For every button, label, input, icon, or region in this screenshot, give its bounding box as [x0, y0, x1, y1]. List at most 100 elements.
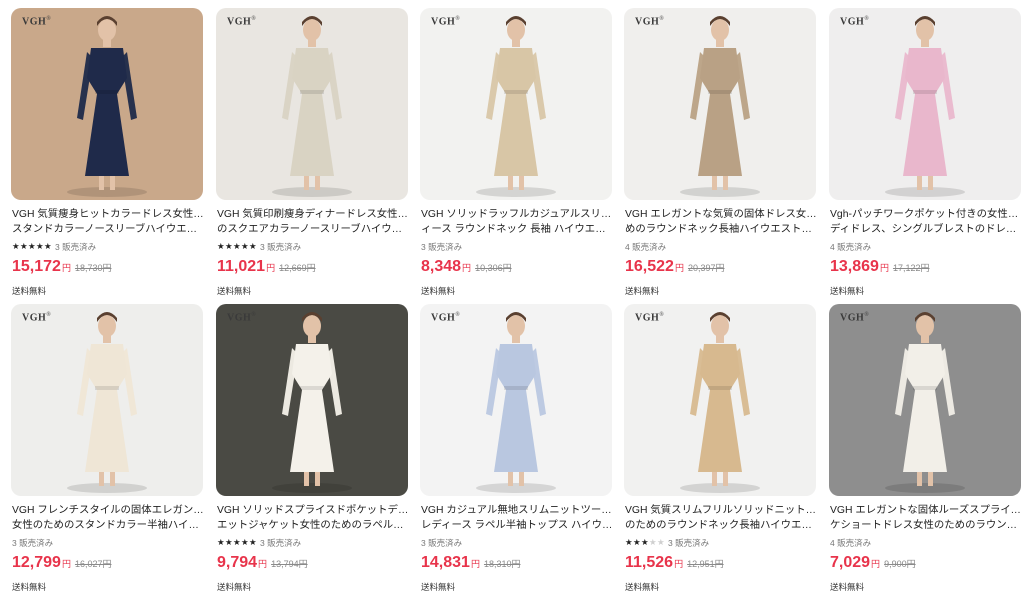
model-photo: [420, 8, 612, 200]
star-icon: ★: [241, 241, 249, 252]
product-title-line: VGH カジュアル無地スリムニットツーピースセット: [421, 505, 613, 516]
brand-logo: VGH®: [635, 16, 665, 28]
product-image[interactable]: VGH®: [829, 8, 1021, 200]
product-card[interactable]: VGH® VGH エレガントな固体ルーズスプライスアップリケショートドレス女性のた…: [829, 304, 1022, 594]
product-title-line: Vgh-パッチワークポケット付きの女性用ニットミ: [830, 209, 1022, 220]
star-icon: ★: [249, 537, 257, 548]
free-shipping-label: 送料無料: [421, 286, 456, 296]
product-image[interactable]: VGH®: [11, 304, 203, 496]
model-photo: [420, 304, 612, 496]
product-card[interactable]: VGH® VGH 気質スリムフリルソリッドニットドレス女性のためのラウンドネック長…: [624, 304, 817, 594]
star-icon: ★: [20, 241, 28, 252]
product-title[interactable]: VGH フレンチスタイルの固体エレガントなドレス女性のためのスタンドカラー半袖ハ…: [12, 503, 204, 533]
product-image[interactable]: VGH®: [420, 304, 612, 496]
product-card[interactable]: VGH® VGH カジュアル無地スリムニットツーピースセットレディース ラペル半袖…: [420, 304, 613, 594]
product-title-line: スタンドカラーノースリーブハイウエストスプライシ...: [12, 224, 204, 235]
product-image[interactable]: VGH®: [624, 8, 816, 200]
product-image[interactable]: VGH®: [624, 304, 816, 496]
currency-unit: 円: [470, 559, 480, 569]
sold-count: 3 販売済み: [421, 242, 463, 252]
product-title-line: VGH フレンチスタイルの固体エレガントなドレス: [12, 505, 204, 516]
product-card[interactable]: VGH® Vgh-パッチワークポケット付きの女性用ニットミディドレス、シングルブレ…: [829, 8, 1022, 298]
currency-unit: 円: [871, 559, 881, 569]
original-price: 17,122円: [892, 263, 930, 273]
product-image[interactable]: VGH®: [216, 8, 408, 200]
product-image[interactable]: VGH®: [11, 8, 203, 200]
star-icon: ★: [28, 241, 36, 252]
brand-logo: VGH®: [431, 312, 461, 324]
product-title[interactable]: VGH 気質痩身ヒットカラードレス女性のためのスタンドカラーノースリーブハイウエ…: [12, 207, 204, 237]
product-title[interactable]: VGH エレガントな気質の固体ドレス女性のた めのラウンドネック長袖ハイウエストス…: [625, 207, 817, 237]
product-title[interactable]: VGH ソリッドラッフルカジュアルスリムドレス レディース ラウンドネック 長袖…: [421, 207, 613, 237]
sold-count: 4 販売済み: [830, 538, 872, 548]
rating-stars: ★ ★ ★ ★ ★: [217, 243, 257, 252]
sold-count: 3 販売済み: [668, 538, 710, 548]
sale-price: 9,794: [217, 554, 258, 571]
price-row: 7,029 円 9,900円: [830, 554, 916, 572]
product-card[interactable]: VGH® VGH 気質痩身ヒットカラードレス女性のためのスタンドカラーノースリーブ…: [11, 8, 204, 298]
product-title-line: レディース ラペル半袖トップス ハイウエストスカ...: [421, 520, 613, 531]
star-icon: ★: [249, 241, 257, 252]
rating-stars: ★ ★ ★ ★ ★: [217, 539, 257, 548]
sale-price: 7,029: [830, 554, 871, 571]
model-photo: [216, 8, 408, 200]
currency-unit: 円: [462, 263, 472, 273]
product-image[interactable]: VGH®: [216, 304, 408, 496]
product-title[interactable]: VGH 気質印刷痩身ディナードレス女性のため のスクエアカラーノースリーブハイウエ…: [217, 207, 409, 237]
rating-stars: ★ ★ ★ ★ ★: [12, 243, 52, 252]
product-card[interactable]: VGH® VGH フレンチスタイルの固体エレガントなドレス女性のためのスタンドカラ…: [11, 304, 204, 594]
brand-logo: VGH®: [227, 312, 257, 324]
price-row: 15,172 円 18,730円: [12, 258, 111, 276]
original-price: 13,794円: [271, 559, 308, 569]
product-card[interactable]: VGH® VGH ソリッドラッフルカジュアルスリムドレス レディース ラウンドネッ…: [420, 8, 613, 298]
currency-unit: 円: [266, 263, 276, 273]
product-title[interactable]: VGH カジュアル無地スリムニットツーピースセットレディース ラペル半袖トップス…: [421, 503, 613, 533]
rating-stars: ★ ★ ★ ★ ★: [625, 539, 665, 548]
product-title-line: VGH エレガントな固体ルーズスプライスアップリ: [830, 505, 1022, 516]
product-title-line: ィース ラウンドネック 長袖 ハイウエスト スプラ...: [421, 224, 613, 235]
sold-count: 3 販売済み: [12, 538, 54, 548]
price-row: 14,831 円 18,310円: [421, 554, 520, 572]
product-title-line: VGH エレガントな気質の固体ドレス女性のた: [625, 209, 817, 220]
star-icon: ★: [657, 537, 665, 548]
currency-unit: 円: [61, 559, 71, 569]
sale-price: 15,172: [12, 258, 61, 275]
free-shipping-label: 送料無料: [625, 286, 660, 296]
star-icon: ★: [217, 241, 225, 252]
sold-count: 3 販売済み: [55, 242, 97, 252]
currency-unit: 円: [674, 559, 684, 569]
model-photo: [11, 304, 203, 496]
free-shipping-label: 送料無料: [217, 582, 252, 592]
sale-price: 8,348: [421, 258, 462, 275]
brand-logo: VGH®: [431, 16, 461, 28]
product-title[interactable]: VGH エレガントな固体ルーズスプライスアップリケショートドレス女性のためのラウ…: [830, 503, 1022, 533]
product-title-line: のためのラウンドネック長袖ハイウエストスプラ...: [625, 520, 817, 531]
original-price: 18,730円: [74, 263, 112, 273]
price-row: 16,522 円 20,397円: [625, 258, 724, 276]
product-card[interactable]: VGH® VGH エレガントな気質の固体ドレス女性のた めのラウンドネック長袖ハイウ…: [624, 8, 817, 298]
product-title-line: VGH 気質スリムフリルソリッドニットドレス女性: [625, 505, 817, 516]
product-title-line: のスクエアカラーノースリーブハイウエストかわい...: [217, 224, 409, 235]
price-row: 11,021 円 12,669円: [217, 258, 316, 276]
free-shipping-label: 送料無料: [12, 582, 47, 592]
product-title[interactable]: Vgh-パッチワークポケット付きの女性用ニットミディドレス、シングルブレストのド…: [830, 207, 1022, 237]
product-card[interactable]: VGH® VGH ソリッドスプライスドポケットデザイナーシルエットジャケット女性の…: [216, 304, 409, 594]
product-image[interactable]: VGH®: [420, 8, 612, 200]
star-icon: ★: [649, 537, 657, 548]
sale-price: 13,869: [830, 258, 879, 275]
product-card[interactable]: VGH® VGH 気質印刷痩身ディナードレス女性のため のスクエアカラーノースリーブ…: [216, 8, 409, 298]
product-title-line: ケショートドレス女性のためのラウンドネックノー...: [830, 520, 1022, 531]
brand-logo: VGH®: [635, 312, 665, 324]
product-image[interactable]: VGH®: [829, 304, 1021, 496]
free-shipping-label: 送料無料: [625, 582, 660, 592]
star-icon: ★: [641, 537, 649, 548]
brand-logo: VGH®: [840, 312, 870, 324]
product-title-line: 女性のためのスタンドカラー半袖ハイウエスト...: [12, 520, 204, 531]
product-title[interactable]: VGH ソリッドスプライスドポケットデザイナーシルエットジャケット女性のためのラ…: [217, 503, 409, 533]
rating-sold-row: ★ ★ ★ ★ ★ 3 販売済み: [625, 537, 709, 549]
star-icon: ★: [625, 537, 633, 548]
sold-count: 4 販売済み: [625, 242, 667, 252]
product-title[interactable]: VGH 気質スリムフリルソリッドニットドレス女性のためのラウンドネック長袖ハイウ…: [625, 503, 817, 533]
rating-sold-row: ★ ★ ★ ★ ★ 3 販売済み: [217, 241, 301, 253]
star-icon: ★: [44, 241, 52, 252]
